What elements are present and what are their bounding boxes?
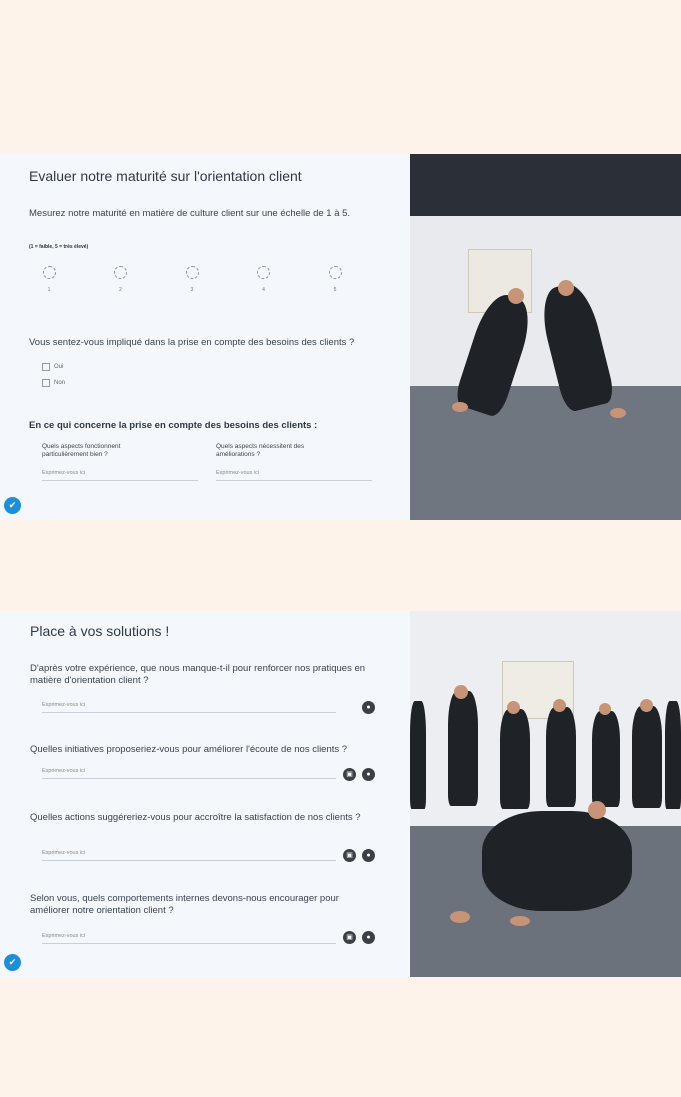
grappling-photo-2 — [410, 611, 681, 977]
section-title: En ce qui concerne la prise en compte de… — [29, 420, 318, 431]
answer-input-missing[interactable]: Exprimez-vous ici — [42, 702, 336, 713]
checkbox-yes[interactable]: Oui — [42, 363, 63, 371]
question-satisfaction: Quelles actions suggéreriez-vous pour ac… — [30, 812, 361, 823]
answer-input-works[interactable]: Exprimez-vous ici — [42, 470, 198, 481]
sub-question-improve: Quels aspects nécessitent des améliorati… — [216, 443, 305, 458]
maturity-survey-card: Evaluer notre maturité sur l'orientation… — [0, 154, 681, 520]
edit-check-icon[interactable]: ✔ — [4, 497, 21, 514]
card-title: Place à vos solutions ! — [30, 623, 170, 639]
camera-icon[interactable]: ▣ — [343, 768, 356, 781]
rating-option-2[interactable]: 2 — [114, 266, 128, 293]
rating-option-5[interactable]: 5 — [328, 266, 342, 293]
rating-option-3[interactable]: 3 — [185, 266, 199, 293]
camera-icon[interactable]: ▣ — [343, 931, 356, 944]
answer-input-behaviors[interactable]: Exprimez-vous ici — [42, 933, 336, 944]
card-title: Evaluer notre maturité sur l'orientation… — [29, 168, 302, 184]
scale-hint: (1 = faible, 5 = très élevé) — [29, 244, 89, 250]
microphone-icon[interactable]: ● — [362, 931, 375, 944]
checkbox-no[interactable]: Non — [42, 379, 65, 387]
question-initiatives: Quelles initiatives proposeriez-vous pou… — [30, 744, 348, 755]
maturity-form: Evaluer notre maturité sur l'orientation… — [0, 154, 410, 520]
solutions-survey-card: Place à vos solutions ! D'après votre ex… — [0, 611, 681, 977]
question-behaviors: Selon vous, quels comportements internes… — [30, 893, 339, 916]
solutions-form: Place à vos solutions ! D'après votre ex… — [0, 611, 410, 977]
microphone-icon[interactable]: ● — [362, 701, 375, 714]
sub-question-works: Quels aspects fonctionnent particulièrem… — [42, 443, 121, 458]
answer-input-initiatives[interactable]: Exprimez-vous ici — [42, 768, 336, 779]
question-missing: D'après votre expérience, que nous manqu… — [30, 663, 366, 686]
rating-option-4[interactable]: 4 — [257, 266, 271, 293]
rating-scale: 1 2 3 4 5 — [42, 266, 342, 293]
question-involvement: Vous sentez-vous impliqué dans la prise … — [29, 337, 355, 348]
camera-icon[interactable]: ▣ — [343, 849, 356, 862]
rating-option-1[interactable]: 1 — [42, 266, 56, 293]
grappling-photo-1 — [410, 154, 681, 520]
microphone-icon[interactable]: ● — [362, 768, 375, 781]
edit-check-icon[interactable]: ✔ — [4, 954, 21, 971]
answer-input-satisfaction[interactable]: Exprimez-vous ici — [42, 850, 336, 861]
question-scale: Mesurez notre maturité en matière de cul… — [29, 208, 351, 219]
answer-input-improve[interactable]: Exprimez-vous ici — [216, 470, 372, 481]
microphone-icon[interactable]: ● — [362, 849, 375, 862]
